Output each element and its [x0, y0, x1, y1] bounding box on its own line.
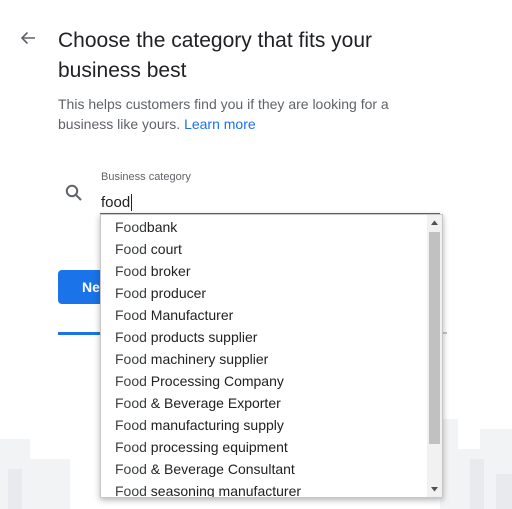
dropdown-scrollbar[interactable] — [427, 215, 442, 497]
learn-more-link[interactable]: Learn more — [184, 116, 256, 132]
suggestion-item[interactable]: Foodbank — [115, 216, 177, 238]
text-caret — [131, 194, 132, 211]
suggestion-item[interactable]: Food machinery supplier — [115, 348, 268, 370]
page-title: Choose the category that fits your busin… — [58, 29, 373, 82]
scroll-up-arrow-icon — [431, 220, 438, 225]
suggestion-item[interactable]: Food & Beverage Exporter — [115, 392, 281, 414]
search-icon — [65, 184, 82, 201]
suggestion-item[interactable]: Food processing equipment — [115, 436, 288, 458]
category-suggestions-dropdown: Foodbank Food court Food broker Food pro… — [100, 214, 443, 498]
scroll-down-button[interactable] — [427, 482, 442, 497]
back-button[interactable] — [16, 26, 40, 50]
suggestion-item[interactable]: Food producer — [115, 282, 206, 304]
business-category-label: Business category — [101, 171, 191, 183]
suggestion-item[interactable]: Food & Beverage Consultant — [115, 458, 295, 480]
suggestion-item[interactable]: Food court — [115, 238, 182, 260]
suggestion-item[interactable]: Food Manufacturer — [115, 304, 233, 326]
suggestion-item[interactable]: Food products supplier — [115, 326, 257, 348]
scrollbar-thumb[interactable] — [429, 232, 440, 444]
suggestion-item[interactable]: Food manufacturing supply — [115, 414, 284, 436]
business-category-input[interactable] — [98, 190, 424, 214]
scroll-up-button[interactable] — [427, 215, 442, 230]
arrow-back-icon — [20, 31, 35, 45]
scroll-down-arrow-icon — [431, 487, 438, 492]
suggestion-item[interactable]: Food broker — [115, 260, 191, 282]
suggestion-item[interactable]: Food seasoning manufacturer — [115, 480, 301, 497]
suggestion-item[interactable]: Food Processing Company — [115, 370, 284, 392]
page-description: This helps customers find you if they ar… — [58, 94, 438, 134]
